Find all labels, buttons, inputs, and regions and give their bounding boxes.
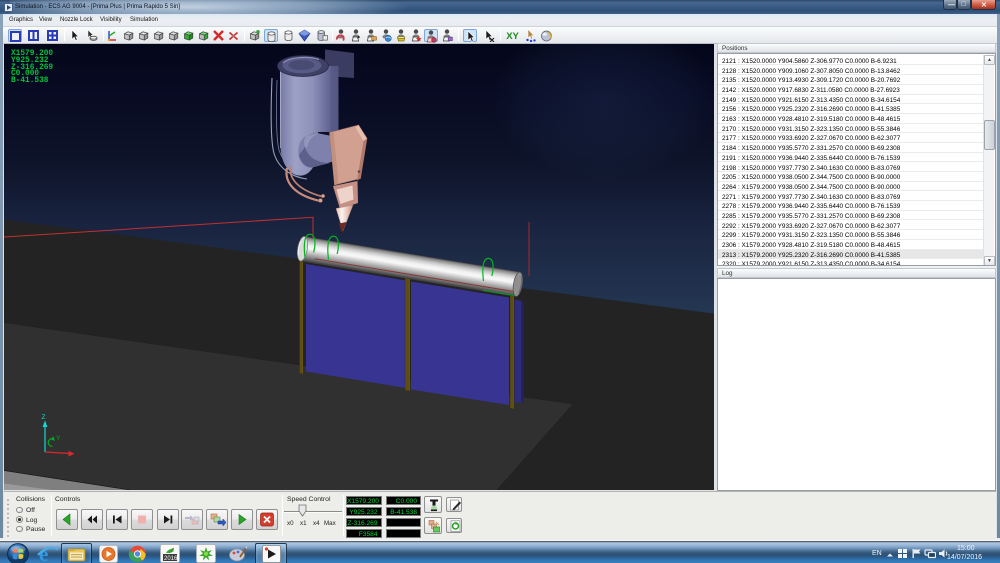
svg-text:XY: XY bbox=[506, 31, 519, 42]
svg-text:X: X bbox=[77, 453, 82, 460]
svg-text:Y: Y bbox=[56, 435, 61, 442]
svg-text:Z: Z bbox=[42, 414, 46, 421]
